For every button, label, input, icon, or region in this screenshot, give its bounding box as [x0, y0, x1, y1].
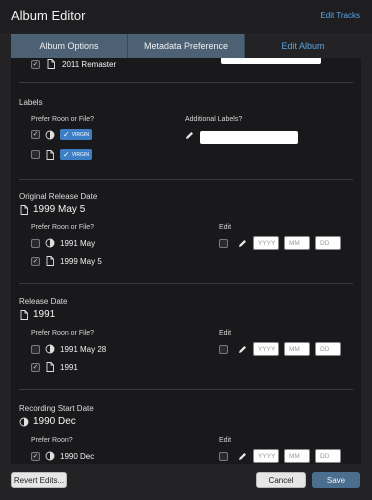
release-day-input[interactable]: DD: [315, 342, 341, 356]
revert-edits-button[interactable]: Revert Edits...: [11, 472, 67, 488]
roon-icon: [45, 344, 55, 354]
divider: [19, 82, 353, 83]
labels-roon-row: ✓ ✓ VIRGIN: [31, 129, 92, 140]
divider: [19, 283, 353, 284]
release-prefer-heading: Prefer Roon or File?: [31, 330, 95, 337]
original-year-input[interactable]: YYYY: [253, 236, 279, 250]
labels-prefer-heading: Prefer Roon or File?: [31, 116, 95, 123]
file-icon: [19, 309, 29, 320]
original-prefer-heading: Prefer Roon or File?: [31, 224, 95, 231]
pencil-icon: [238, 452, 247, 461]
recording-roon-row: ✓ 1990 Dec: [31, 451, 95, 461]
release-roon-row: 1991 May 28: [31, 344, 106, 354]
labels-title: Labels: [19, 98, 43, 107]
original-roon-row: 1991 May: [31, 238, 95, 248]
file-icon: [19, 204, 29, 215]
remaster-label: 2011 Remaster: [62, 59, 117, 69]
labels-file-row: ✓ VIRGIN: [31, 149, 92, 160]
release-date-title: Release Date: [19, 297, 68, 306]
file-icon: [45, 362, 55, 372]
original-edit-heading: Edit: [219, 224, 232, 231]
file-icon: [46, 59, 56, 69]
original-file-row: ✓ 1999 May 5: [31, 256, 102, 266]
recording-start-title: Recording Start Date: [19, 404, 94, 413]
virgin-tag: ✓ VIRGIN: [60, 129, 92, 140]
edit-tracks-link[interactable]: Edit Tracks: [320, 11, 360, 20]
roon-icon: [19, 417, 29, 427]
roon-icon: [45, 238, 55, 248]
tab-bar: Album Options Metadata Preference Edit A…: [11, 34, 361, 58]
window-title: Album Editor: [11, 8, 86, 23]
original-roon-checkbox[interactable]: [31, 238, 40, 248]
labels-file-checkbox[interactable]: [31, 150, 40, 159]
tab-metadata-preference[interactable]: Metadata Preference: [128, 34, 245, 58]
pencil-icon: [238, 239, 247, 248]
labels-roon-checkbox[interactable]: ✓: [31, 130, 40, 139]
tab-album-options[interactable]: Album Options: [11, 34, 128, 58]
remaster-input[interactable]: [221, 58, 321, 64]
pencil-icon: [185, 131, 194, 140]
recording-prefer-heading: Prefer Roon?: [31, 437, 73, 444]
save-button[interactable]: Save: [312, 472, 360, 488]
recording-edit-checkbox[interactable]: [219, 452, 228, 461]
original-file-checkbox[interactable]: ✓: [31, 256, 40, 266]
recording-edit-heading: Edit: [219, 437, 232, 444]
tab-edit-album[interactable]: Edit Album: [245, 34, 361, 58]
title-bar: Album Editor Edit Tracks: [0, 0, 372, 33]
release-year-input[interactable]: YYYY: [253, 342, 279, 356]
recording-day-input[interactable]: DD: [315, 449, 341, 463]
release-file-checkbox[interactable]: ✓: [31, 362, 40, 372]
cancel-button[interactable]: Cancel: [256, 472, 306, 488]
release-edit-heading: Edit: [219, 330, 232, 337]
release-month-input[interactable]: MM: [284, 342, 310, 356]
original-release-value: 1999 May 5: [19, 204, 85, 215]
additional-labels-heading: Additional Labels?: [185, 116, 243, 123]
divider: [19, 389, 353, 390]
original-edit-checkbox[interactable]: [219, 239, 228, 248]
roon-icon: [45, 451, 55, 461]
file-icon: [45, 256, 55, 266]
file-icon: [45, 149, 55, 160]
recording-month-input[interactable]: MM: [284, 449, 310, 463]
recording-year-input[interactable]: YYYY: [253, 449, 279, 463]
original-release-title: Original Release Date: [19, 192, 98, 201]
remaster-row: ✓ 2011 Remaster: [31, 58, 116, 70]
release-roon-checkbox[interactable]: [31, 344, 40, 354]
divider: [19, 179, 353, 180]
release-date-value: 1991: [19, 309, 55, 320]
release-file-row: ✓ 1991: [31, 362, 78, 372]
original-day-input[interactable]: DD: [315, 236, 341, 250]
additional-labels-input[interactable]: [200, 131, 298, 144]
edit-album-panel[interactable]: ✓ 2011 Remaster Labels Prefer Roon or Fi…: [11, 58, 361, 464]
release-edit-checkbox[interactable]: [219, 345, 228, 354]
pencil-icon: [238, 345, 247, 354]
recording-start-value: 1990 Dec: [19, 416, 76, 427]
virgin-tag: ✓ VIRGIN: [60, 149, 92, 160]
roon-icon: [45, 130, 55, 140]
recording-roon-checkbox[interactable]: ✓: [31, 451, 40, 461]
remaster-checkbox[interactable]: ✓: [31, 59, 40, 69]
original-month-input[interactable]: MM: [284, 236, 310, 250]
